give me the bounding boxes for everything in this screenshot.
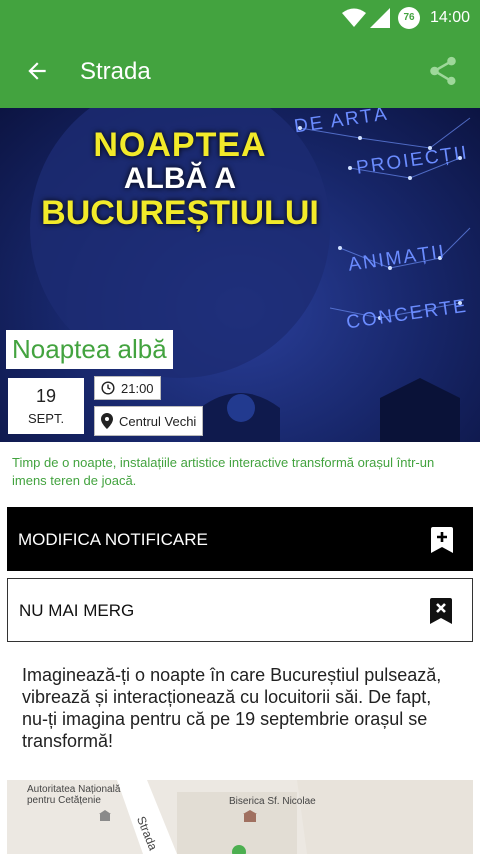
landmark-icon: [99, 810, 111, 821]
event-location: Centrul Vechi: [94, 406, 204, 436]
bookmark-add-icon: [431, 527, 453, 553]
bookmark-remove-icon: [430, 598, 452, 624]
poster-title: NOAPTEA ALBĂ A BUCUREȘTIULUI: [30, 128, 330, 230]
not-going-button[interactable]: NU MAI MERG: [7, 578, 473, 642]
event-day: 19: [35, 386, 57, 406]
share-icon[interactable]: [426, 54, 460, 88]
location-pin-icon: [101, 413, 113, 429]
location-map[interactable]: Autoritatea Națională pentru Cetățenie B…: [7, 780, 473, 854]
map-label-authority: Autoritatea Națională pentru Cetățenie: [27, 784, 121, 806]
app-bar: Strada: [0, 36, 480, 108]
not-going-label: NU MAI MERG: [19, 601, 135, 620]
event-description: Imaginează-ți o noapte în care București…: [22, 665, 442, 751]
map-label-church: Biserica Sf. Nicolae: [229, 796, 316, 807]
signal-icon: [370, 8, 390, 28]
status-time: 14:00: [429, 9, 470, 26]
event-month: SEPT.: [27, 411, 65, 426]
event-tagline: Timp de o noapte, instalațiile artistice…: [12, 455, 435, 488]
event-title: Noaptea albă: [6, 330, 173, 369]
modify-notification-button[interactable]: MODIFICA NOTIFICARE: [7, 507, 473, 571]
event-date: 19 SEPT.: [8, 378, 84, 434]
poster-line-1: NOAPTEA: [93, 126, 267, 164]
wifi-icon: [342, 8, 366, 27]
clock-icon: [101, 381, 115, 395]
modify-notification-label: MODIFICA NOTIFICARE: [18, 530, 208, 549]
event-time-text: 21:00: [121, 380, 154, 396]
battery-icon: 76: [398, 7, 420, 29]
page-title: Strada: [80, 58, 151, 85]
status-bar: 76 14:00: [0, 0, 480, 36]
event-time: 21:00: [94, 376, 161, 400]
event-location-text: Centrul Vechi: [119, 413, 197, 429]
poster-line-3: BUCUREȘTIULUI: [41, 194, 319, 232]
church-icon: [243, 810, 257, 822]
poster-line-2: ALBĂ A: [123, 162, 237, 195]
back-arrow-icon[interactable]: [24, 58, 50, 84]
